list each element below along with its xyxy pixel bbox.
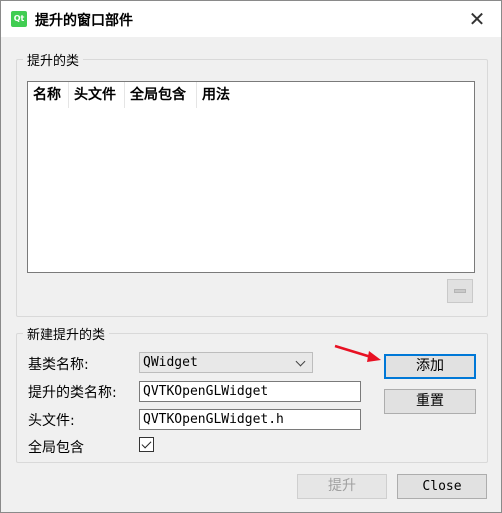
- close-button[interactable]: Close: [397, 474, 487, 499]
- window-title: 提升的窗口部件: [35, 13, 133, 29]
- column-header-global-include[interactable]: 全局包含: [125, 82, 197, 108]
- base-class-combobox[interactable]: QWidget: [139, 352, 313, 373]
- title-bar[interactable]: Qt 提升的窗口部件 ✕: [1, 1, 501, 37]
- chevron-down-icon: [295, 356, 306, 367]
- header-file-label: 头文件:: [28, 413, 75, 429]
- reset-button[interactable]: 重置: [384, 389, 476, 414]
- add-button[interactable]: 添加: [384, 354, 476, 379]
- promoted-class-label: 提升的类名称:: [28, 385, 117, 401]
- base-class-value: QWidget: [143, 355, 198, 370]
- promoted-classes-title: 提升的类: [23, 50, 84, 69]
- qt-logo-icon: Qt: [11, 11, 27, 27]
- global-include-label: 全局包含: [28, 440, 84, 456]
- promoted-widgets-dialog: Qt 提升的窗口部件 ✕ 提升的类 名称 头文件 全局包含 用法 新建提升的类 …: [0, 0, 502, 513]
- remove-class-button[interactable]: [447, 279, 473, 303]
- promote-button[interactable]: 提升: [297, 474, 387, 499]
- promoted-classes-table[interactable]: 名称 头文件 全局包含 用法: [27, 81, 475, 273]
- red-arrow-icon: [334, 344, 381, 362]
- column-header-header-file[interactable]: 头文件: [69, 82, 125, 108]
- column-header-name[interactable]: 名称: [28, 82, 69, 108]
- header-file-input[interactable]: QVTKOpenGLWidget.h: [139, 409, 361, 430]
- column-header-usage[interactable]: 用法: [197, 82, 242, 108]
- new-promoted-class-title: 新建提升的类: [23, 324, 110, 343]
- base-class-label: 基类名称:: [28, 357, 89, 373]
- checkmark-icon: [141, 438, 152, 449]
- close-icon[interactable]: ✕: [465, 7, 489, 31]
- promoted-class-input[interactable]: QVTKOpenGLWidget: [139, 381, 361, 402]
- global-include-checkbox[interactable]: [139, 437, 154, 452]
- table-header: 名称 头文件 全局包含 用法: [28, 82, 242, 108]
